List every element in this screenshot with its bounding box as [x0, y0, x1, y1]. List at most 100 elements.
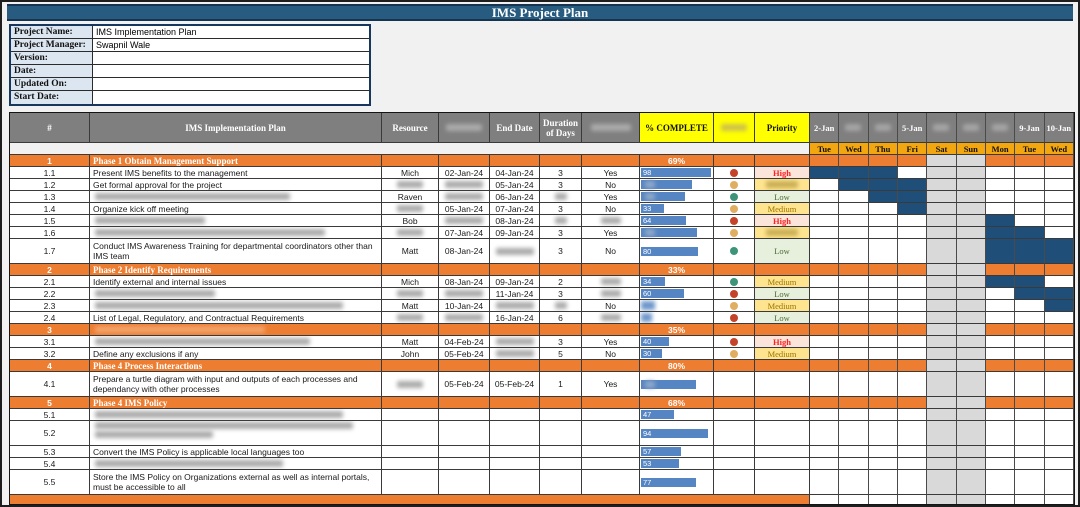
cell-duration[interactable]: 3	[540, 179, 582, 191]
cell-number[interactable]: 4	[10, 360, 90, 372]
gantt-cell[interactable]	[1015, 155, 1044, 167]
cell-percent-complete[interactable]: 33	[640, 203, 714, 215]
gantt-cell[interactable]	[957, 397, 986, 409]
cell-resource[interactable]: Matt	[382, 336, 439, 348]
gantt-date-cell[interactable]	[839, 113, 868, 143]
gantt-cell[interactable]	[869, 324, 898, 336]
cell-start-date[interactable]: 05-Jan-24	[439, 203, 490, 215]
gantt-cell[interactable]	[1045, 167, 1074, 179]
cell-number[interactable]: 1.4	[10, 203, 90, 215]
gantt-cell[interactable]	[810, 239, 839, 264]
gantt-cell[interactable]	[957, 470, 986, 495]
gantt-cell[interactable]	[810, 227, 839, 239]
cell-number[interactable]: 3	[10, 324, 90, 336]
gantt-cell[interactable]	[869, 239, 898, 264]
cell-number[interactable]: 2.4	[10, 312, 90, 324]
cell-duration[interactable]: 6	[540, 312, 582, 324]
cell-end-date[interactable]: 05-Jan-24	[490, 179, 540, 191]
cell-end-date[interactable]	[490, 446, 540, 458]
gantt-cell[interactable]	[1015, 372, 1044, 397]
gantt-cell[interactable]	[986, 421, 1015, 446]
gantt-cell[interactable]	[1045, 227, 1074, 239]
cell-milestone[interactable]: No	[582, 179, 640, 191]
cell-end-date[interactable]: 07-Jan-24	[490, 203, 540, 215]
gantt-cell[interactable]	[810, 155, 839, 167]
cell-start-date[interactable]	[439, 191, 490, 203]
gantt-cell[interactable]	[927, 203, 956, 215]
cell-status[interactable]	[714, 324, 755, 336]
cell-end-date[interactable]	[490, 360, 540, 372]
project-info-value[interactable]	[93, 65, 369, 77]
cell-status[interactable]	[714, 239, 755, 264]
gantt-cell[interactable]	[1015, 458, 1044, 470]
gantt-cell[interactable]	[986, 312, 1015, 324]
cell-number[interactable]: 2.1	[10, 276, 90, 288]
gantt-cell[interactable]	[1045, 458, 1074, 470]
cell-percent-complete[interactable]: 33%	[640, 264, 714, 276]
cell-resource[interactable]	[382, 397, 439, 409]
cell-task-name[interactable]	[90, 215, 382, 227]
gantt-cell[interactable]	[957, 312, 986, 324]
gantt-cell[interactable]	[957, 336, 986, 348]
cell-end-date[interactable]: 11-Jan-24	[490, 288, 540, 300]
gantt-cell[interactable]	[986, 409, 1015, 421]
gantt-cell[interactable]	[1045, 324, 1074, 336]
cell-percent-complete[interactable]	[640, 312, 714, 324]
cell-number[interactable]: 2	[10, 264, 90, 276]
gantt-cell[interactable]	[839, 239, 868, 264]
cell-resource[interactable]: Mich	[382, 276, 439, 288]
cell-percent-complete[interactable]: 69%	[640, 155, 714, 167]
cell-task-name[interactable]: Identify external and internal issues	[90, 276, 382, 288]
cell-duration[interactable]	[540, 300, 582, 312]
cell-resource[interactable]	[382, 155, 439, 167]
gantt-cell[interactable]	[898, 324, 927, 336]
gantt-cell[interactable]	[810, 348, 839, 360]
cell-milestone[interactable]: Yes	[582, 372, 640, 397]
cell-milestone[interactable]	[582, 324, 640, 336]
gantt-bar-cell[interactable]	[869, 179, 898, 191]
gantt-cell[interactable]	[810, 324, 839, 336]
gantt-cell[interactable]	[810, 372, 839, 397]
cell-priority[interactable]: Low	[755, 312, 810, 324]
cell-end-date[interactable]	[490, 264, 540, 276]
cell-duration[interactable]	[540, 155, 582, 167]
gantt-cell[interactable]	[898, 276, 927, 288]
gantt-cell[interactable]	[927, 470, 956, 495]
cell-end-date[interactable]	[490, 397, 540, 409]
cell-resource[interactable]	[382, 312, 439, 324]
gantt-cell[interactable]	[898, 458, 927, 470]
cell-priority[interactable]: Medium	[755, 348, 810, 360]
gantt-cell[interactable]	[1015, 215, 1044, 227]
cell-duration[interactable]	[540, 470, 582, 495]
cell-task-name[interactable]: List of Legal, Regulatory, and Contractu…	[90, 312, 382, 324]
gantt-cell[interactable]	[957, 264, 986, 276]
gantt-cell[interactable]	[927, 348, 956, 360]
gantt-bar-cell[interactable]	[986, 227, 1015, 239]
gantt-date-cell[interactable]	[957, 113, 986, 143]
cell-duration[interactable]: 3	[540, 167, 582, 179]
cell-resource[interactable]	[382, 470, 439, 495]
gantt-date-cell[interactable]: 2-Jan	[810, 113, 839, 143]
gantt-cell[interactable]	[898, 288, 927, 300]
cell-milestone[interactable]	[582, 397, 640, 409]
gantt-bar-cell[interactable]	[898, 179, 927, 191]
gantt-cell[interactable]	[927, 264, 956, 276]
cell-priority[interactable]: High	[755, 336, 810, 348]
gantt-cell[interactable]	[810, 360, 839, 372]
cell-priority[interactable]	[755, 409, 810, 421]
cell-status[interactable]	[714, 167, 755, 179]
gantt-cell[interactable]	[957, 446, 986, 458]
gantt-cell[interactable]	[957, 167, 986, 179]
gantt-cell[interactable]	[1015, 167, 1044, 179]
cell-milestone[interactable]	[582, 215, 640, 227]
cell-resource[interactable]	[382, 372, 439, 397]
cell-resource[interactable]	[382, 227, 439, 239]
gantt-cell[interactable]	[869, 215, 898, 227]
gantt-cell[interactable]	[957, 348, 986, 360]
gantt-cell[interactable]	[1045, 470, 1074, 495]
gantt-cell[interactable]	[898, 312, 927, 324]
cell-milestone[interactable]	[582, 421, 640, 446]
gantt-cell[interactable]	[986, 470, 1015, 495]
project-info-value[interactable]	[93, 78, 369, 90]
gantt-cell[interactable]	[839, 300, 868, 312]
